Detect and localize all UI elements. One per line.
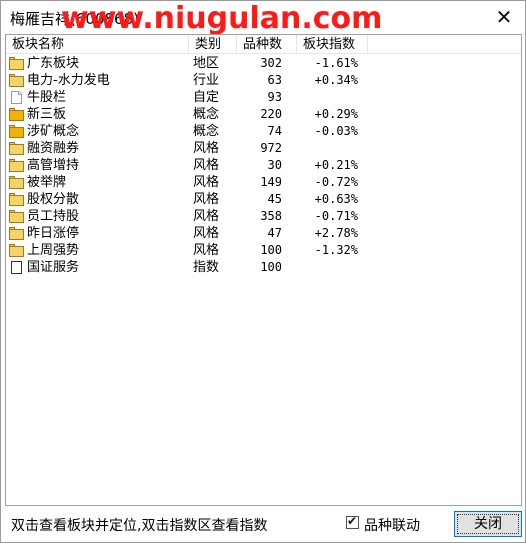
list-item[interactable]: 昨日涨停 风格 47 +2.78% [6,225,521,242]
folder-filled-icon [9,108,24,121]
row-index: +2.78% [314,226,358,240]
row-count: 100 [260,243,282,257]
list-item[interactable]: 员工持股 风格 358 -0.71% [6,208,521,225]
row-category: 概念 [193,124,220,139]
column-header-index[interactable]: 板块指数 [297,35,368,54]
title-bar[interactable]: 梅雁吉祥(600868) www.niugulan.com ✕ [1,1,525,36]
sector-list[interactable]: 板块名称 类别 品种数 板块指数 广东板块 地区 302 -1.61% 电力-水力发电 行… [5,34,522,506]
row-category: 风格 [193,141,220,156]
folder-icon [9,244,24,257]
row-count: 100 [260,260,282,274]
list-item[interactable]: 股权分散 风格 45 +0.63% [6,191,521,208]
folder-icon [9,57,24,70]
folder-icon [9,227,24,240]
document-icon [9,91,24,104]
square-icon [9,261,24,274]
row-name: 高管增持 [27,158,80,173]
list-item[interactable]: 高管增持 风格 30 +0.21% [6,157,521,174]
column-header-name[interactable]: 板块名称 [6,35,189,54]
row-category: 行业 [193,73,220,88]
row-name: 股权分散 [27,192,80,207]
hint-text: 双击查看板块并定位,双击指数区查看指数 [11,518,268,534]
list-item[interactable]: 涉矿概念 概念 74 -0.03% [6,123,521,140]
row-index: +0.63% [314,192,358,206]
folder-icon [9,159,24,172]
folder-icon [9,176,24,189]
row-index: +0.21% [314,158,358,172]
list-header: 板块名称 类别 品种数 板块指数 [6,35,521,54]
row-count: 30 [267,158,282,172]
list-item[interactable]: 广东板块 地区 302 -1.61% [6,55,521,72]
row-name: 电力-水力发电 [27,73,110,88]
row-name: 广东板块 [27,56,80,71]
list-item[interactable]: 被举牌 风格 149 -0.72% [6,174,521,191]
row-category: 地区 [193,56,220,71]
list-item[interactable]: 融资融券 风格 972 [6,140,521,157]
row-name: 上周强势 [27,243,80,258]
row-count: 358 [260,209,282,223]
row-category: 指数 [193,260,220,275]
watermark-text: www.niugulan.com [61,1,383,36]
row-count: 63 [267,73,282,87]
close-button-label: 关闭 [474,516,502,532]
row-index: -0.71% [314,209,358,223]
close-icon[interactable]: ✕ [492,5,516,29]
row-index: -0.72% [314,175,358,189]
column-header-count[interactable]: 品种数 [237,35,297,54]
folder-icon [9,142,24,155]
row-category: 风格 [193,175,220,190]
row-index: -1.61% [314,56,358,70]
row-category: 风格 [193,192,220,207]
list-item[interactable]: 新三板 概念 220 +0.29% [6,106,521,123]
list-item[interactable]: 上周强势 风格 100 -1.32% [6,242,521,259]
row-name: 国证服务 [27,260,80,275]
row-name: 涉矿概念 [27,124,80,139]
row-category: 风格 [193,243,220,258]
list-item[interactable]: 国证服务 指数 100 [6,259,521,276]
folder-icon [9,193,24,206]
row-name: 融资融券 [27,141,80,156]
row-count: 220 [260,107,282,121]
row-index: -0.03% [314,124,358,138]
row-count: 302 [260,56,282,70]
row-name: 昨日涨停 [27,226,80,241]
folder-icon [9,210,24,223]
folder-icon [9,74,24,87]
column-header-category[interactable]: 类别 [189,35,237,54]
list-item[interactable]: 牛股栏 自定 93 [6,89,521,106]
linkage-checkbox[interactable]: ✔ [346,514,359,529]
folder-filled-icon [9,125,24,138]
row-index [302,89,358,106]
close-button[interactable]: 关闭 [454,511,522,537]
row-count: 93 [267,90,282,104]
row-category: 自定 [193,90,220,105]
row-count: 74 [267,124,282,138]
row-index: +0.34% [314,73,358,87]
row-count: 45 [267,192,282,206]
row-name: 牛股栏 [27,90,67,105]
linkage-checkbox-label[interactable]: 品种联动 [364,515,420,535]
row-name: 新三板 [27,107,67,122]
row-name: 员工持股 [27,209,80,224]
row-count: 47 [267,226,282,240]
row-category: 概念 [193,107,220,122]
row-index [302,259,358,276]
row-name: 被举牌 [27,175,67,190]
row-count: 972 [260,141,282,155]
row-category: 风格 [193,158,220,173]
row-index [302,140,358,157]
row-index: +0.29% [314,107,358,121]
row-category: 风格 [193,226,220,241]
dialog-window: 梅雁吉祥(600868) www.niugulan.com ✕ 板块名称 类别 … [0,0,526,543]
row-index: -1.32% [314,243,358,257]
row-count: 149 [260,175,282,189]
row-category: 风格 [193,209,220,224]
list-item[interactable]: 电力-水力发电 行业 63 +0.34% [6,72,521,89]
check-icon: ✔ [347,514,358,528]
